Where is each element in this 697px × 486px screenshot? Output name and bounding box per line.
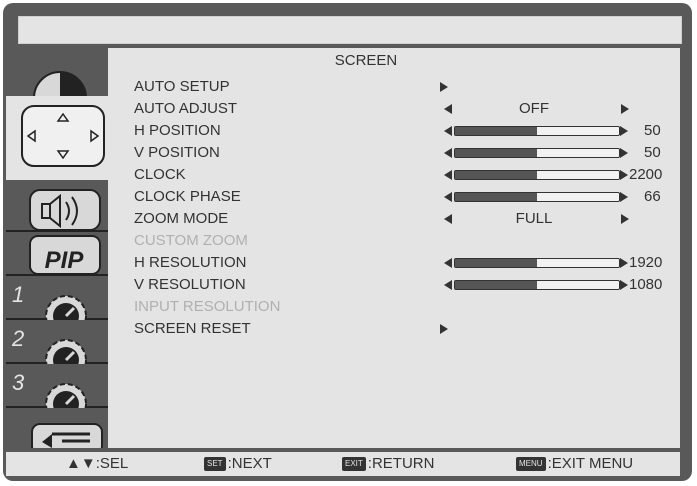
arrow-right-icon[interactable] [620,280,628,290]
menu-item-clock[interactable]: CLOCK 2200 [134,166,674,188]
arrow-left-icon[interactable] [444,192,452,202]
menu-item-label: V POSITION [134,144,220,161]
menu-item-custom-zoom: CUSTOM ZOOM [134,232,674,254]
slider-value: 50 [644,122,661,139]
clock-phase-slider[interactable] [454,192,620,202]
arrow-left-icon[interactable] [444,258,452,268]
v-resolution-slider[interactable] [454,280,620,290]
h-resolution-slider[interactable] [454,258,620,268]
arrow-right-icon[interactable] [621,214,629,224]
menu-item-screen-reset[interactable]: SCREEN RESET [134,320,674,342]
menu-item-label: CUSTOM ZOOM [134,232,248,249]
slider-fill [455,259,537,267]
menu-item-auto-adjust[interactable]: AUTO ADJUST OFF [134,100,674,122]
tab-audio[interactable] [6,182,108,232]
arrow-right-icon[interactable] [621,104,629,114]
slider-value: 2200 [629,166,663,183]
menu-item-label: CLOCK [134,166,186,183]
menu-item-label: H POSITION [134,122,221,139]
osd-header-bar [18,16,682,44]
exit-key-icon: EXIT [342,457,366,472]
arrow-right-icon[interactable] [620,170,628,180]
menu-item-label: INPUT RESOLUTION [134,298,281,315]
menu-item-label: AUTO ADJUST [134,100,238,117]
slider-value: 1920 [629,254,663,271]
v-position-slider[interactable] [454,148,620,158]
menu-item-label: H RESOLUTION [134,254,247,271]
menu-item-h-position[interactable]: H POSITION 50 [134,122,674,144]
menu-item-label: SCREEN RESET [134,320,251,337]
menu-item-v-resolution[interactable]: V RESOLUTION 1080 [134,276,674,298]
menu-item-label: V RESOLUTION [134,276,246,293]
footer-sel: ▲▼:SEL [66,455,129,472]
page-title: SCREEN [334,52,398,69]
slider-fill [455,281,537,289]
menu-item-zoom-mode[interactable]: ZOOM MODE FULL [134,210,674,232]
slider-fill [455,127,537,135]
arrow-left-icon[interactable] [444,170,452,180]
tab-picture[interactable] [6,48,108,102]
schedule-1-icon [45,295,87,320]
h-position-slider[interactable] [454,126,620,136]
slider-fill [455,193,537,201]
option-value: FULL [515,210,553,227]
menu-item-label: AUTO SETUP [134,78,230,95]
footer-sel-label: SEL [99,455,129,472]
pip-icon: PIP [29,235,101,275]
up-down-arrows-icon: ▲▼ [66,455,96,472]
tab-pip[interactable]: PIP [6,232,108,276]
option-value: OFF [519,100,549,117]
menu-key-icon: MENU [516,457,546,472]
slider-value: 66 [644,188,661,205]
slider-fill [455,171,537,179]
pip-icon-text: PIP [45,247,85,274]
slider-value: 50 [644,144,661,161]
arrow-left-icon[interactable] [444,126,452,136]
footer-help-bar: ▲▼:SEL SET:NEXT EXIT:RETURN MENU:EXIT ME… [6,452,680,476]
menu-item-auto-setup[interactable]: AUTO SETUP [134,78,674,100]
arrow-right-icon[interactable] [620,192,628,202]
set-key-icon: SET [204,457,226,472]
arrow-left-icon[interactable] [444,104,452,114]
footer-return: EXIT:RETURN [342,455,434,472]
arrow-right-icon[interactable] [620,258,628,268]
arrow-left-icon[interactable] [444,280,452,290]
footer-exit-menu-label: :EXIT MENU [547,455,634,472]
menu-item-input-resolution: INPUT RESOLUTION [134,298,674,320]
tab-schedule-2[interactable]: 2 [6,320,108,364]
menu-item-label: CLOCK PHASE [134,188,241,205]
advanced-option-icon [31,423,103,448]
audio-icon [29,189,101,231]
arrow-right-icon[interactable] [620,148,628,158]
tab-schedule-3[interactable]: 3 [6,364,108,408]
footer-return-label: :RETURN [367,455,435,472]
arrow-right-icon[interactable] [440,82,448,92]
schedule-3-icon [45,383,87,408]
tab-advanced-option[interactable] [6,408,108,448]
menu-item-label: ZOOM MODE [134,210,229,227]
arrow-right-icon[interactable] [620,126,628,136]
footer-next-label: :NEXT [227,455,272,472]
tab-schedule-1[interactable]: 1 [6,276,108,320]
picture-icon [32,71,88,99]
slider-value: 1080 [629,276,663,293]
menu-item-h-resolution[interactable]: H RESOLUTION 1920 [134,254,674,276]
footer-exit-menu: MENU:EXIT MENU [516,455,633,472]
menu-item-clock-phase[interactable]: CLOCK PHASE 66 [134,188,674,210]
schedule-2-icon [45,339,87,364]
menu-item-v-position[interactable]: V POSITION 50 [134,144,674,166]
screen-position-icon [21,105,105,167]
tab-screen[interactable] [6,96,108,180]
clock-slider[interactable] [454,170,620,180]
footer-next: SET:NEXT [204,455,272,472]
arrow-left-icon[interactable] [444,214,452,224]
arrow-left-icon[interactable] [444,148,452,158]
arrow-right-icon[interactable] [440,324,448,334]
slider-fill [455,149,537,157]
